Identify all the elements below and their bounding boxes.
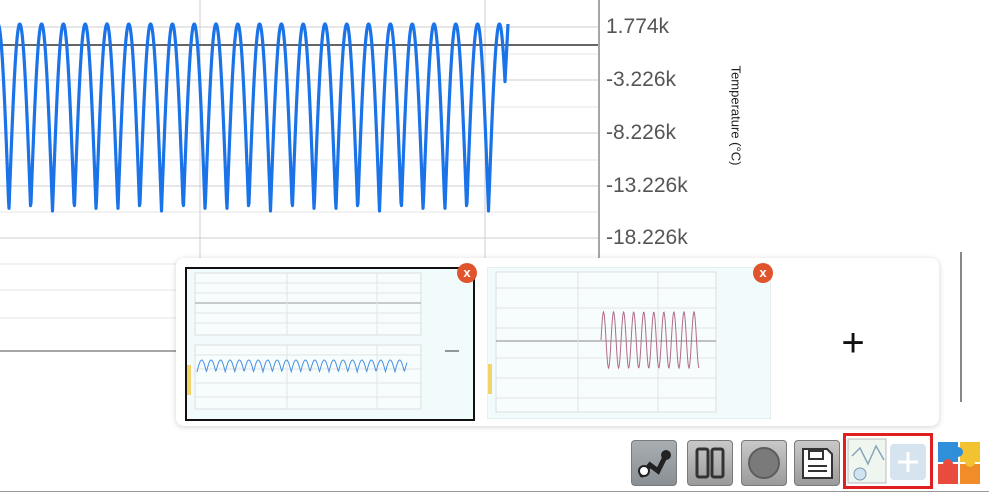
stop-button[interactable] [741,440,787,486]
stop-icon [748,447,780,479]
pause-icon [695,447,725,479]
graph-thumbnail-panel: x x + [176,258,939,426]
save-button[interactable] [794,440,840,486]
save-icon [802,448,833,479]
thumbnail-2-preview [488,271,717,413]
chart-frame-border [960,252,962,402]
y-tick-label: -18.226k [606,226,688,249]
puzzle-icon [938,442,980,484]
close-thumbnail-1-button[interactable]: x [457,263,477,283]
divider [0,491,989,492]
sensor-button[interactable] [631,440,677,486]
y-tick-label: -13.226k [606,174,688,197]
add-graph-plus-button[interactable]: + [826,318,880,372]
y-axis-label: Temperature (°C) [728,65,744,166]
y-tick-label: -8.226k [606,121,677,144]
add-graph-button[interactable] [843,433,933,489]
temperature-series-line [0,22,510,213]
sensor-icon [632,441,676,485]
y-tick-label: 1.774k [606,15,670,38]
close-thumbnail-2-button[interactable]: x [753,263,773,283]
pause-button[interactable] [687,440,733,486]
graph-thumbnail-1[interactable] [185,267,475,421]
y-tick-label: -3.226k [606,68,677,91]
extensions-button[interactable] [936,438,986,488]
thumbnail-1-preview [187,272,459,410]
add-graph-icon [847,438,926,484]
graph-thumbnail-2[interactable] [487,267,771,419]
